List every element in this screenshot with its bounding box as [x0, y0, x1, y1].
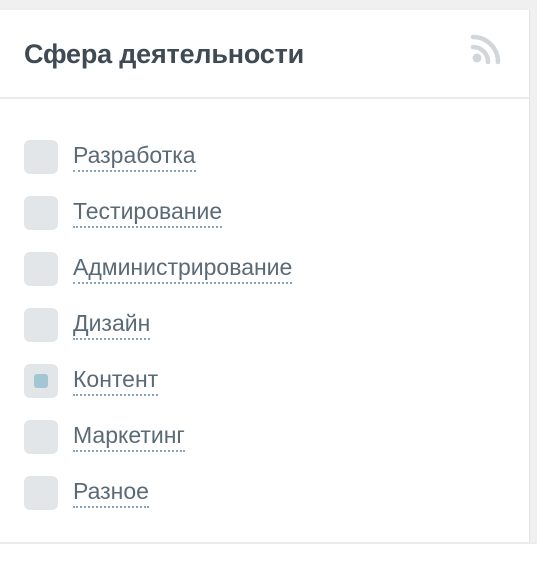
- filter-label[interactable]: Администрирование: [73, 252, 293, 284]
- testing-checkbox[interactable]: [24, 196, 58, 230]
- filter-label[interactable]: Контент: [73, 364, 159, 396]
- filter-label[interactable]: Разное: [73, 476, 149, 508]
- panel-title: Сфера деятельности: [24, 39, 305, 69]
- filter-label[interactable]: Тестирование: [73, 196, 223, 228]
- filter-label[interactable]: Дизайн: [73, 308, 151, 340]
- checked-indicator: [34, 374, 48, 388]
- panel-header: Сфера деятельности: [0, 10, 529, 99]
- marketing-checkbox[interactable]: [24, 420, 58, 454]
- filter-label[interactable]: Маркетинг: [73, 420, 185, 452]
- development-checkbox[interactable]: [24, 140, 58, 174]
- activity-filter-panel: Сфера деятельности Разработка Тестирован…: [0, 10, 530, 542]
- administration-checkbox[interactable]: [24, 252, 58, 286]
- filter-label[interactable]: Разработка: [73, 140, 196, 172]
- design-checkbox[interactable]: [24, 308, 58, 342]
- misc-checkbox[interactable]: [24, 476, 58, 510]
- next-panel-edge: [0, 542, 537, 569]
- content-checkbox[interactable]: [24, 364, 58, 398]
- rss-feed-icon[interactable]: [469, 32, 503, 66]
